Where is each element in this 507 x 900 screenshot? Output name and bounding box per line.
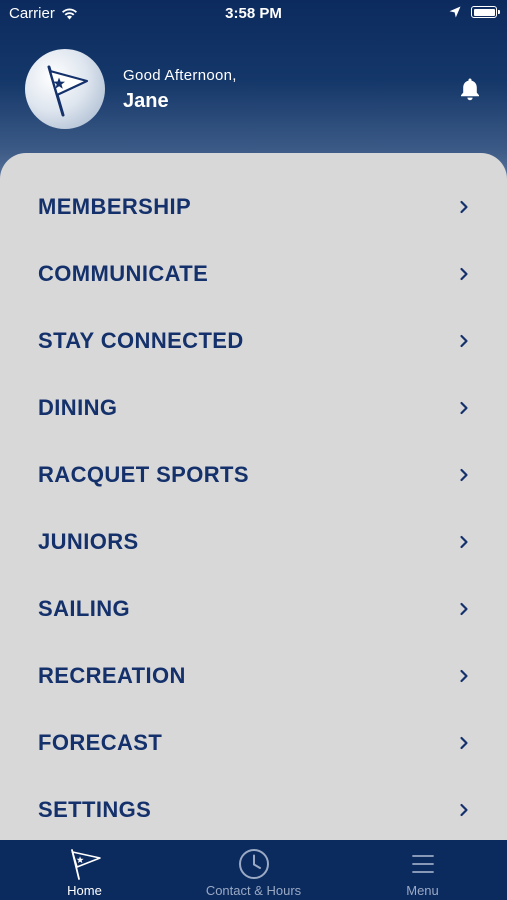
menu-item-label: RECREATION [38,662,186,688]
menu-item-sailing[interactable]: SAILING [0,575,507,642]
menu-item-label: STAY CONNECTED [38,327,244,353]
menu-item-label: FORECAST [38,729,163,755]
tab-home-label: Home [67,883,102,898]
chevron-right-icon [460,200,468,213]
chevron-right-icon [460,602,468,615]
chevron-right-icon [460,401,468,414]
menu-item-label: SETTINGS [38,796,152,822]
club-logo-avatar [25,49,105,129]
menu-item-label: COMMUNICATE [38,260,209,286]
menu-item-label: DINING [38,394,118,420]
clock-icon [236,847,272,881]
chevron-right-icon [460,803,468,816]
main-menu-panel: MEMBERSHIP COMMUNICATE STAY CONNECTED DI… [0,153,507,853]
chevron-right-icon [460,535,468,548]
chevron-right-icon [460,669,468,682]
tab-menu[interactable]: Menu [338,840,507,900]
menu-item-membership[interactable]: MEMBERSHIP [0,173,507,240]
menu-item-racquet-sports[interactable]: RACQUET SPORTS [0,441,507,508]
battery-icon [471,6,500,18]
menu-item-stay-connected[interactable]: STAY CONNECTED [0,307,507,374]
menu-item-dining[interactable]: DINING [0,374,507,441]
chevron-right-icon [460,736,468,749]
chevron-right-icon [460,267,468,280]
chevron-right-icon [460,468,468,481]
bottom-tab-bar: Home Contact & Hours Menu [0,840,507,900]
tab-contact-hours[interactable]: Contact & Hours [169,840,338,900]
status-right-icons [449,6,500,18]
tab-menu-label: Menu [406,883,439,898]
status-time: 3:58 PM [225,5,282,22]
flag-icon [67,847,103,881]
menu-item-settings[interactable]: SETTINGS [0,776,507,843]
burgee-flag-icon [47,65,89,117]
menu-item-label: JUNIORS [38,528,139,554]
location-arrow-icon [449,6,461,18]
greeting-block: Good Afternoon, Jane [123,67,237,113]
tab-home[interactable]: Home [0,840,169,900]
menu-item-communicate[interactable]: COMMUNICATE [0,240,507,307]
menu-item-label: MEMBERSHIP [38,193,192,219]
menu-item-juniors[interactable]: JUNIORS [0,508,507,575]
menu-item-forecast[interactable]: FORECAST [0,709,507,776]
greeting-text: Good Afternoon, [123,67,237,84]
user-name: Jane [123,90,169,112]
status-bar: Carrier 3:58 PM [0,0,507,30]
tab-contact-hours-label: Contact & Hours [205,883,302,898]
menu-item-label: RACQUET SPORTS [38,461,249,487]
bell-icon[interactable] [457,76,483,102]
menu-item-recreation[interactable]: RECREATION [0,642,507,709]
chevron-right-icon [460,334,468,347]
hamburger-menu-icon [405,847,441,881]
menu-item-label: SAILING [38,595,131,621]
